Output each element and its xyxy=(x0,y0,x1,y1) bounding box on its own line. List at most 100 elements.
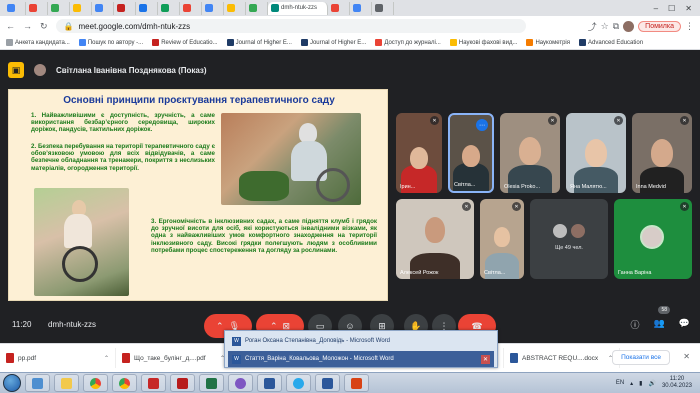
share-icon[interactable]: ⤴ xyxy=(588,20,597,33)
muted-mic-icon: ✕ xyxy=(680,202,689,211)
network-icon[interactable]: ▮ xyxy=(639,380,642,387)
menu-icon[interactable]: ⋮ xyxy=(685,21,694,32)
browser-tab[interactable] xyxy=(328,1,350,15)
participant-tile[interactable]: ✕ Світла... xyxy=(480,199,524,279)
participant-face xyxy=(462,145,480,167)
close-window-icon[interactable]: ✕ xyxy=(685,4,692,13)
word-window-item[interactable]: W Роган Оксана Степанівна_Доповідь - Micr… xyxy=(228,333,494,349)
profile-avatar[interactable] xyxy=(623,20,635,32)
browser-tab-active[interactable]: dmh-ntuk-zzs xyxy=(268,1,328,15)
maximize-icon[interactable]: ☐ xyxy=(668,4,675,13)
close-window-icon[interactable]: ✕ xyxy=(481,354,490,364)
tab-favicon-icon xyxy=(205,4,213,12)
start-button[interactable] xyxy=(3,374,21,392)
taskbar-app[interactable] xyxy=(25,374,50,392)
browser-tab[interactable] xyxy=(70,1,92,15)
presentation-icon[interactable]: ▣ xyxy=(8,62,24,78)
participant-tile[interactable]: ✕ Inna Medvid xyxy=(632,113,692,193)
taskbar-app[interactable] xyxy=(141,374,166,392)
browser-tab[interactable] xyxy=(372,1,394,15)
participant-tile[interactable]: ✕ Яна Малятю... xyxy=(566,113,626,193)
taskbar-window-popup: W Роган Оксана Степанівна_Доповідь - Micr… xyxy=(224,330,498,368)
browser-tab[interactable] xyxy=(246,1,268,15)
taskbar-app[interactable] xyxy=(315,374,340,392)
download-item[interactable]: Що_таке_булінг_д....pdf ⌃ xyxy=(122,348,232,368)
participant-tile[interactable]: ✕ Алексей Рожок xyxy=(396,199,474,279)
browser-tab[interactable] xyxy=(114,1,136,15)
muted-mic-icon: ✕ xyxy=(430,116,439,125)
taskbar-app[interactable] xyxy=(170,374,195,392)
slide-title: Основні принципи проєктування терапевтич… xyxy=(63,95,335,106)
excel-icon xyxy=(206,377,217,389)
word-icon xyxy=(322,377,333,389)
participant-tile[interactable]: ✕ Olesia Proko... xyxy=(500,113,560,193)
extensions-icon[interactable]: ⧉ xyxy=(613,21,619,32)
speaking-indicator-icon: ⋯ xyxy=(476,119,488,131)
muted-mic-icon: ✕ xyxy=(512,202,521,211)
taskbar-app[interactable] xyxy=(228,374,253,392)
participant-face xyxy=(410,147,428,169)
browser-tab[interactable] xyxy=(158,1,180,15)
lock-icon: 🔒 xyxy=(63,21,74,31)
language-indicator[interactable]: EN xyxy=(616,380,624,386)
tray-arrow-icon[interactable]: ▴ xyxy=(630,380,633,387)
people-icon[interactable]: 👥 xyxy=(654,318,665,331)
profile-error-button[interactable]: Помилка xyxy=(638,20,681,32)
bookmark-item[interactable]: Review of Educatio... xyxy=(152,39,218,46)
volume-icon[interactable]: 🔊 xyxy=(648,380,655,387)
tab-favicon-icon xyxy=(51,4,59,12)
browser-tab[interactable] xyxy=(350,1,372,15)
participant-name: Ірин... xyxy=(400,184,416,190)
close-downloads-icon[interactable]: ✕ xyxy=(683,352,690,361)
bookmark-item[interactable]: Доступ до журналі... xyxy=(375,39,441,46)
participant-name: Ганна Варіна xyxy=(618,270,652,276)
info-icon[interactable]: ⓘ xyxy=(631,318,640,331)
participant-name: Світла... xyxy=(484,270,506,276)
taskbar-app[interactable] xyxy=(257,374,282,392)
browser-tab[interactable] xyxy=(4,1,26,15)
chat-icon[interactable]: 💬 xyxy=(679,318,690,331)
taskbar-app[interactable] xyxy=(286,374,311,392)
browser-tab[interactable] xyxy=(224,1,246,15)
browser-tab[interactable] xyxy=(136,1,158,15)
address-bar[interactable]: 🔒 meet.google.com/dmh-ntuk-zzs xyxy=(55,19,526,33)
word-window-item-selected[interactable]: W Стаття_Варіна_Ковальова_Моложон - Micro… xyxy=(228,351,494,367)
word-icon: W xyxy=(232,354,241,364)
download-item[interactable]: ABSTRACT REQU....docx ⌃ xyxy=(510,348,620,368)
participant-tile-speaking[interactable]: ⋯ Світла... xyxy=(448,113,494,193)
browser-tab[interactable] xyxy=(26,1,48,15)
browser-tab[interactable] xyxy=(202,1,224,15)
forward-icon[interactable]: → xyxy=(23,21,32,31)
bookmark-item[interactable]: Наукометрія xyxy=(526,39,570,46)
bookmark-item[interactable]: Пошук по автору -... xyxy=(78,39,143,46)
bookmark-item[interactable]: Advanced Education xyxy=(579,39,643,46)
star-icon[interactable]: ☆ xyxy=(601,21,609,32)
taskbar-app[interactable] xyxy=(54,374,79,392)
browser-tab[interactable] xyxy=(48,1,70,15)
taskbar-app[interactable] xyxy=(83,374,108,392)
participant-face xyxy=(494,227,510,247)
meet-stage: ▣ Світлана Іванівна Позднякова (Показ) О… xyxy=(0,50,700,343)
system-clock[interactable]: 11:20 30.04.2023 xyxy=(662,376,692,390)
minimize-icon[interactable]: – xyxy=(654,4,658,13)
show-all-downloads-button[interactable]: Показати все xyxy=(612,350,670,365)
participant-tile[interactable]: ✕ Ірин... xyxy=(396,113,442,193)
taskbar-app[interactable] xyxy=(199,374,224,392)
bookmarks-bar: Анкета кандидата... Пошук по автору -...… xyxy=(0,36,700,50)
participant-name: Яна Малятю... xyxy=(570,184,607,190)
tab-favicon-icon xyxy=(29,4,37,12)
taskbar-app[interactable] xyxy=(344,374,369,392)
download-item[interactable]: pp.pdf ⌃ xyxy=(6,348,116,368)
bookmark-item[interactable]: Анкета кандидата... xyxy=(6,39,70,46)
reload-icon[interactable]: ↻ xyxy=(40,21,48,32)
bookmark-item[interactable]: Journal of Higher E... xyxy=(300,39,366,46)
browser-tab[interactable] xyxy=(180,1,202,15)
taskbar-app[interactable] xyxy=(112,374,137,392)
more-participants-tile[interactable]: Ще 49 чел. xyxy=(530,199,608,279)
participant-face xyxy=(425,217,445,243)
bookmark-item[interactable]: Journal of Higher E... xyxy=(226,39,292,46)
back-icon[interactable]: ← xyxy=(6,21,15,31)
participant-tile[interactable]: ✕ Ганна Варіна xyxy=(614,199,692,279)
bookmark-item[interactable]: Наукові фахові вид... xyxy=(449,39,517,46)
browser-tab[interactable] xyxy=(92,1,114,15)
